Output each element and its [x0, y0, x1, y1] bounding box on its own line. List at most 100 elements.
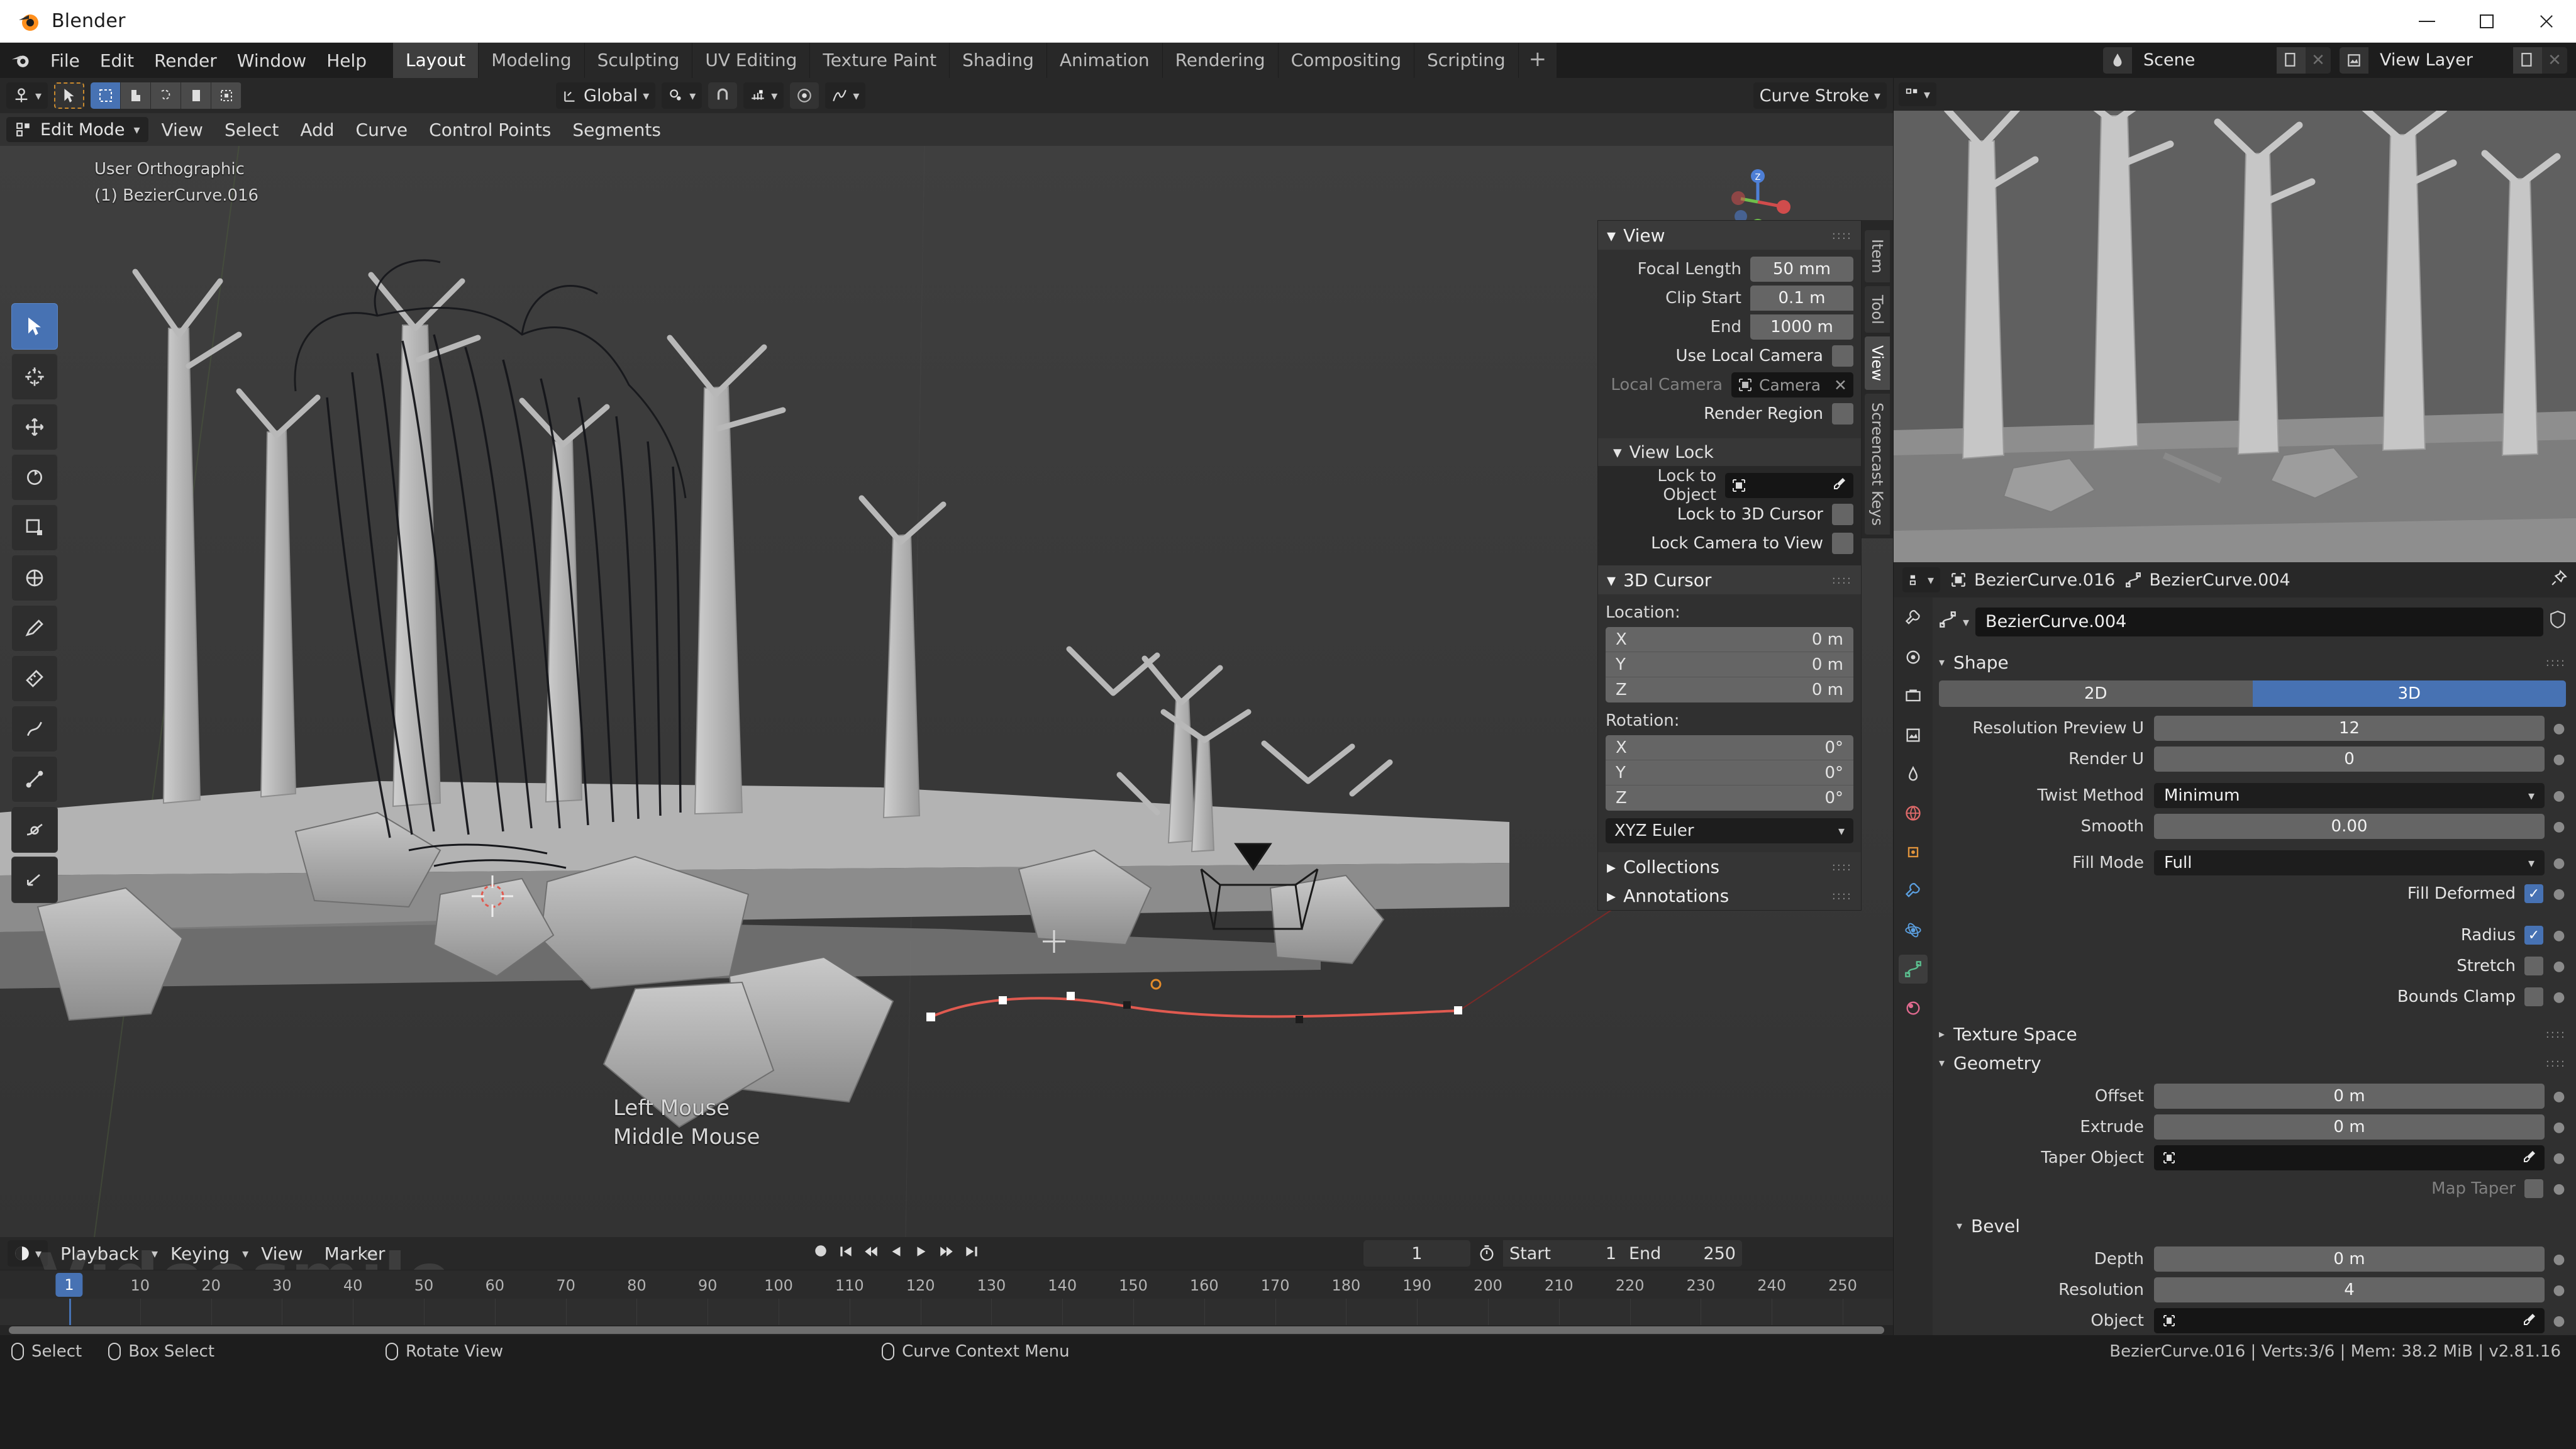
animate-dot-15[interactable]: ● [2552, 1282, 2566, 1298]
animate-dot-7[interactable]: ● [2552, 928, 2566, 943]
animate-dot-6[interactable]: ● [2552, 886, 2566, 902]
workspace-tab-rendering[interactable]: Rendering [1162, 43, 1278, 78]
checkbox-lock-camera-to-view[interactable] [1832, 533, 1853, 554]
jump-start-icon[interactable] [836, 1243, 855, 1265]
timeline-menu-playback[interactable]: Playback [52, 1240, 148, 1268]
menu-window[interactable]: Window [227, 47, 316, 75]
viewport-menu-segments[interactable]: Segments [564, 116, 670, 144]
tab-render-icon[interactable] [1899, 643, 1928, 672]
proportional-edit-icon[interactable] [790, 82, 819, 109]
value-offset[interactable]: 0 m [2154, 1084, 2545, 1109]
pin-icon[interactable] [2551, 569, 2567, 591]
prev-keyframe-icon[interactable] [862, 1243, 880, 1265]
tool-rotate-icon[interactable] [11, 454, 58, 501]
tab-output-icon[interactable] [1899, 682, 1928, 711]
brush-selector[interactable]: Curve Stroke ▾ [1753, 82, 1887, 109]
panel-header-view[interactable]: ▾ View :::: [1598, 221, 1861, 250]
cursor-tool-icon[interactable] [54, 82, 85, 109]
jump-end-icon[interactable] [962, 1243, 981, 1265]
next-keyframe-icon[interactable] [937, 1243, 956, 1265]
value-bevel-resolution[interactable]: 4 [2154, 1277, 2545, 1302]
tab-curve-data-icon[interactable] [1899, 955, 1928, 984]
workspace-tab-animation[interactable]: Animation [1046, 43, 1162, 78]
workspace-tab-shading[interactable]: Shading [950, 43, 1046, 78]
animate-dot-2[interactable]: ● [2552, 752, 2566, 767]
animate-dot-10[interactable]: ● [2552, 1089, 2566, 1104]
tab-physics-icon[interactable] [1899, 916, 1928, 945]
animate-dot-14[interactable]: ● [2552, 1252, 2566, 1267]
value-focal-length[interactable]: 50 mm [1750, 257, 1853, 282]
view-layer-icon[interactable] [2340, 47, 2368, 74]
timeline-menu-view[interactable]: View [252, 1240, 311, 1268]
workspace-tab-uv-editing[interactable]: UV Editing [692, 43, 810, 78]
sidebar-tab-view[interactable]: View [1865, 336, 1890, 391]
scene-name[interactable]: Scene [2132, 47, 2277, 74]
play-icon[interactable] [912, 1243, 931, 1265]
sidebar-tab-tool[interactable]: Tool [1865, 286, 1890, 333]
select-tweak-icon[interactable] [121, 82, 152, 109]
tool-tweak-icon[interactable] [11, 303, 58, 350]
value-render-u[interactable]: 0 [2154, 747, 2545, 772]
checkbox-stretch[interactable] [2524, 957, 2543, 975]
field-bevel-object[interactable] [2154, 1308, 2545, 1333]
value-twist-method[interactable]: Minimum ▾ [2154, 783, 2545, 808]
field-taper-object[interactable] [2154, 1145, 2545, 1170]
3d-viewport[interactable]: User Orthographic (1) BezierCurve.016 Le… [0, 146, 1893, 1237]
tab-scene-icon[interactable] [1899, 760, 1928, 789]
blender-menu-icon[interactable] [10, 51, 31, 70]
animate-dot-3[interactable]: ● [2552, 788, 2566, 804]
sidebar-tab-item[interactable]: Item [1865, 230, 1890, 282]
dropdown-rotation-mode[interactable]: XYZ Euler ▾ [1606, 818, 1853, 843]
add-workspace-button[interactable]: + [1518, 43, 1557, 78]
current-frame-field[interactable]: 1 [1363, 1240, 1470, 1267]
view-layer-name[interactable]: View Layer [2368, 47, 2513, 74]
curve-data-icon-small[interactable] [1939, 611, 1957, 633]
menu-help[interactable]: Help [316, 47, 377, 75]
animate-dot-13[interactable]: ● [2552, 1181, 2566, 1197]
workspace-tab-modeling[interactable]: Modeling [479, 43, 584, 78]
section-texture-space[interactable]: ▸ Texture Space :::: [1939, 1019, 2566, 1048]
fake-user-icon[interactable] [2550, 610, 2566, 633]
field-cursor-x[interactable]: X 0 m [1606, 627, 1853, 652]
menu-file[interactable]: File [40, 47, 90, 75]
breadcrumb-object[interactable]: BezierCurve.016 [1950, 570, 2115, 590]
select-extend-icon[interactable] [211, 82, 242, 109]
tab-tool-icon[interactable] [1899, 604, 1928, 633]
viewport-menu-control-points[interactable]: Control Points [420, 116, 560, 144]
animate-dot-16[interactable]: ● [2552, 1313, 2566, 1329]
play-reverse-icon[interactable] [887, 1243, 906, 1265]
animate-dot-1[interactable]: ● [2552, 721, 2566, 736]
select-box-icon[interactable] [91, 82, 121, 109]
panel-header-collections[interactable]: ▸ Collections :::: [1598, 852, 1861, 881]
animate-dot-12[interactable]: ● [2552, 1150, 2566, 1166]
editor-type-icon[interactable]: ▾ [8, 1240, 48, 1267]
remove-scene-icon[interactable]: ✕ [2306, 47, 2331, 74]
new-scene-icon[interactable] [2277, 47, 2306, 74]
panel-header-annotations[interactable]: ▸ Annotations :::: [1598, 881, 1861, 910]
tool-radius-icon[interactable] [11, 806, 58, 853]
datablock-name-field[interactable]: BezierCurve.004 [1975, 608, 2543, 636]
menu-edit[interactable]: Edit [90, 47, 144, 75]
tool-move-icon[interactable] [11, 404, 58, 450]
breadcrumb-curve-data[interactable]: BezierCurve.004 [2125, 570, 2290, 590]
properties-editor-type-icon[interactable]: ▾ [1902, 567, 1941, 592]
tool-extrude-icon[interactable] [11, 756, 58, 802]
timeline-menu-marker[interactable]: Marker [316, 1240, 394, 1268]
falloff-dropdown[interactable]: ▾ [825, 82, 866, 109]
shape-3d-button[interactable]: 3D [2252, 680, 2566, 707]
field-cursor-z[interactable]: Z 0 m [1606, 677, 1853, 702]
workspace-tab-texture-paint[interactable]: Texture Paint [810, 43, 950, 78]
eyedropper-icon-bevel[interactable] [2522, 1310, 2537, 1332]
workspace-tab-scripting[interactable]: Scripting [1414, 43, 1518, 78]
tab-world-icon[interactable] [1899, 799, 1928, 828]
preview-editor-type-icon[interactable]: ▾ [1899, 82, 1937, 106]
value-extrude[interactable]: 0 m [2154, 1114, 2545, 1140]
tab-view-layer-icon[interactable] [1899, 721, 1928, 750]
preview-viewport[interactable]: ▾ [1894, 78, 2576, 562]
tool-transform-icon[interactable] [11, 555, 58, 601]
value-clip-end[interactable]: 1000 m [1750, 314, 1853, 340]
checkbox-map-taper[interactable] [2524, 1179, 2543, 1198]
animate-dot-8[interactable]: ● [2552, 958, 2566, 974]
frame-start-field[interactable]: Start 1 [1503, 1240, 1623, 1267]
checkbox-radius[interactable]: ✓ [2524, 926, 2543, 945]
